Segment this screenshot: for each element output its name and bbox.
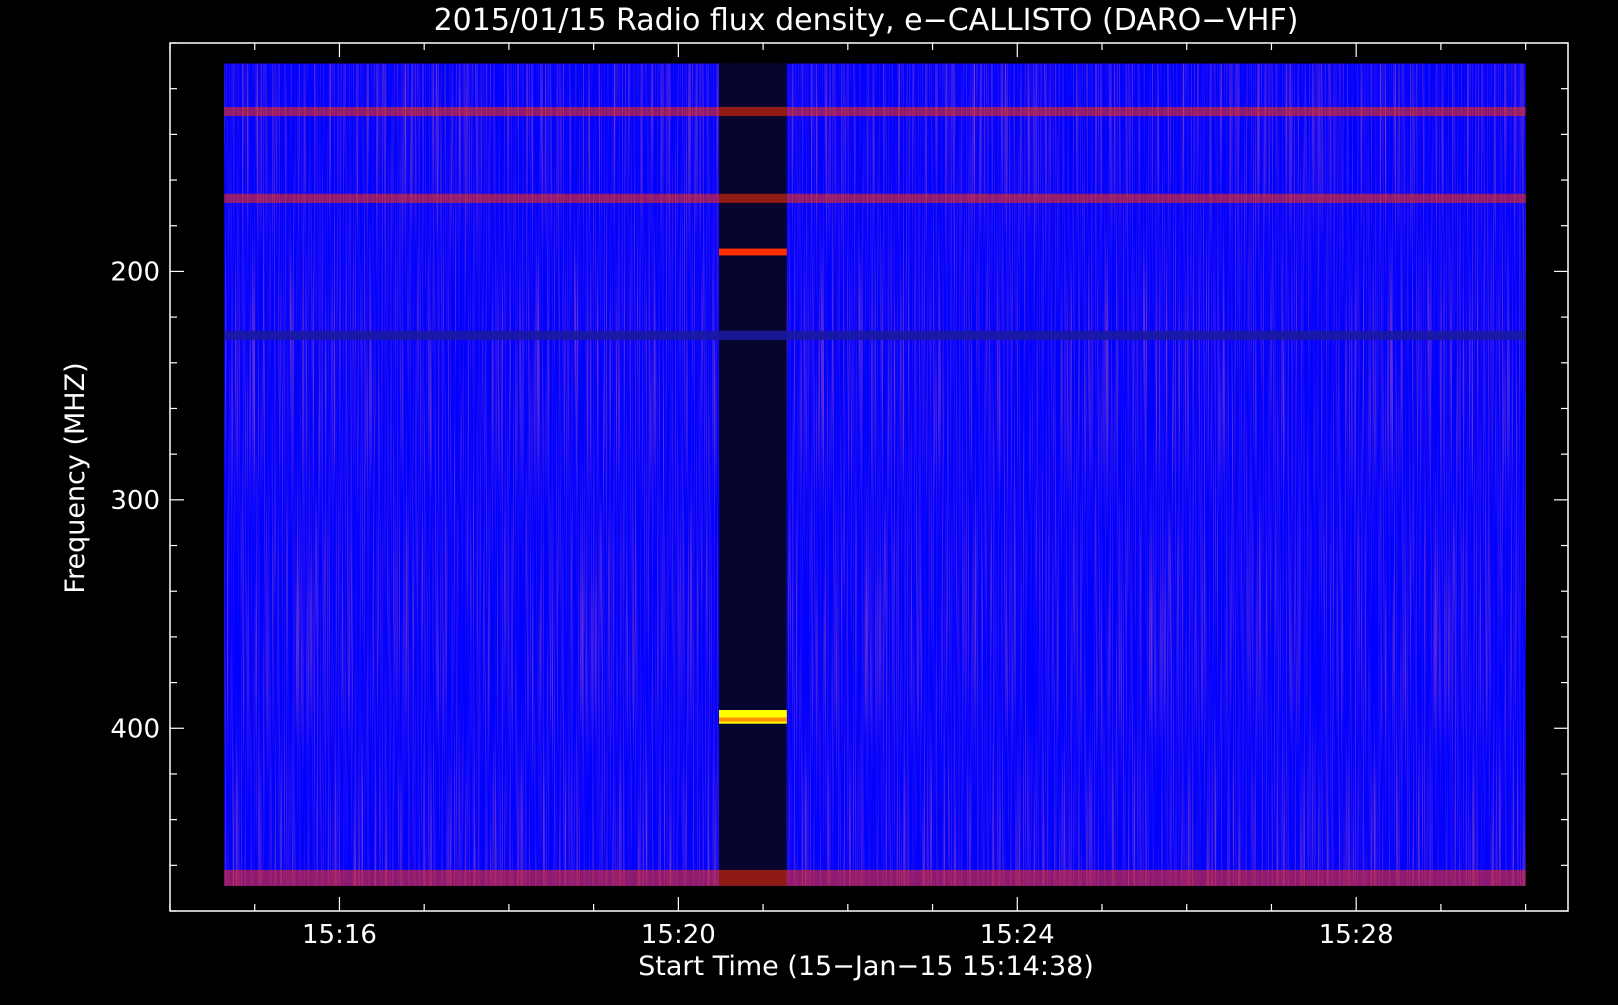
heatmap-feature-interference-band-3 <box>224 106 1526 117</box>
heatmap-feature-interference-band-6 <box>224 869 1526 886</box>
y-tick-label: 300 <box>110 486 160 516</box>
y-tick-label: 200 <box>110 257 160 287</box>
heatmap-texture <box>224 63 1526 886</box>
y-axis-label: Frequency (MHZ) <box>60 362 91 593</box>
chart-svg: 2015/01/15 Radio flux density, e−CALLIST… <box>0 0 1618 1000</box>
x-tick-label: 15:20 <box>641 920 716 950</box>
heatmap-feature-interference-band-4 <box>224 193 1526 203</box>
heatmap-feature-strong-band-1 <box>719 709 787 724</box>
heatmap-feature-interference-band-5 <box>224 330 1526 340</box>
heatmap-feature-data-gap-0 <box>719 63 787 886</box>
x-tick-label: 15:16 <box>302 920 377 950</box>
y-tick-label: 400 <box>110 714 160 744</box>
x-tick-label: 15:28 <box>1319 920 1394 950</box>
heatmap-layer <box>224 63 1526 886</box>
heatmap-feature-strong-band-edge <box>719 717 787 722</box>
x-axis-label: Start Time (15−Jan−15 15:14:38) <box>638 951 1094 982</box>
spectrogram-chart: 2015/01/15 Radio flux density, e−CALLIST… <box>0 0 1618 1000</box>
chart-title: 2015/01/15 Radio flux density, e−CALLIST… <box>434 3 1299 38</box>
x-tick-label: 15:24 <box>980 920 1055 950</box>
heatmap-feature-narrow-band-2 <box>719 248 787 256</box>
